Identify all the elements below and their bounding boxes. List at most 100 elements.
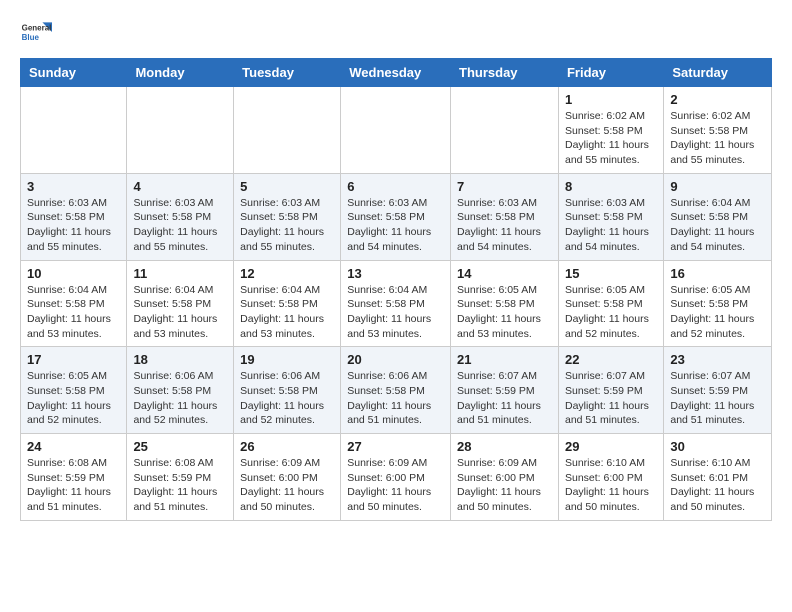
weekday-header-tuesday: Tuesday: [234, 59, 341, 87]
weekday-header-monday: Monday: [127, 59, 234, 87]
day-info: Sunrise: 6:09 AMSunset: 6:00 PMDaylight:…: [457, 456, 552, 515]
day-number: 24: [27, 439, 120, 454]
day-info: Sunrise: 6:03 AMSunset: 5:58 PMDaylight:…: [565, 196, 657, 255]
logo: General Blue: [20, 16, 56, 48]
calendar-week-row: 1 Sunrise: 6:02 AMSunset: 5:58 PMDaylight…: [21, 87, 772, 174]
calendar-cell: [21, 87, 127, 174]
calendar-cell: 4 Sunrise: 6:03 AMSunset: 5:58 PMDaylight…: [127, 173, 234, 260]
svg-text:Blue: Blue: [22, 33, 40, 42]
day-info: Sunrise: 6:03 AMSunset: 5:58 PMDaylight:…: [457, 196, 552, 255]
day-info: Sunrise: 6:09 AMSunset: 6:00 PMDaylight:…: [240, 456, 334, 515]
calendar-cell: 1 Sunrise: 6:02 AMSunset: 5:58 PMDaylight…: [558, 87, 663, 174]
calendar-cell: 29Sunrise: 6:10 AMSunset: 6:00 PMDayligh…: [558, 434, 663, 521]
day-number: 26: [240, 439, 334, 454]
calendar-cell: 8 Sunrise: 6:03 AMSunset: 5:58 PMDaylight…: [558, 173, 663, 260]
day-number: 13: [347, 266, 444, 281]
day-number: 14: [457, 266, 552, 281]
calendar-cell: 23Sunrise: 6:07 AMSunset: 5:59 PMDayligh…: [664, 347, 772, 434]
day-number: 11: [133, 266, 227, 281]
day-number: 30: [670, 439, 765, 454]
day-number: 19: [240, 352, 334, 367]
calendar-cell: [127, 87, 234, 174]
calendar-cell: 13 Sunrise: 6:04 AMSunset: 5:58 PMDayligh…: [341, 260, 451, 347]
day-number: 5: [240, 179, 334, 194]
day-number: 18: [133, 352, 227, 367]
weekday-header-thursday: Thursday: [451, 59, 559, 87]
calendar-cell: 28 Sunrise: 6:09 AMSunset: 6:00 PMDayligh…: [451, 434, 559, 521]
day-info: Sunrise: 6:02 AMSunset: 5:58 PMDaylight:…: [670, 109, 765, 168]
day-info: Sunrise: 6:08 AMSunset: 5:59 PMDaylight:…: [27, 456, 120, 515]
weekday-header-friday: Friday: [558, 59, 663, 87]
calendar-cell: 27 Sunrise: 6:09 AMSunset: 6:00 PMDayligh…: [341, 434, 451, 521]
svg-text:General: General: [22, 23, 52, 32]
logo-icon: General Blue: [20, 16, 52, 48]
calendar-cell: 10 Sunrise: 6:04 AMSunset: 5:58 PMDayligh…: [21, 260, 127, 347]
day-number: 15: [565, 266, 657, 281]
day-number: 2: [670, 92, 765, 107]
day-info: Sunrise: 6:05 AMSunset: 5:58 PMDaylight:…: [565, 283, 657, 342]
calendar-cell: [341, 87, 451, 174]
day-number: 1: [565, 92, 657, 107]
calendar-week-row: 24 Sunrise: 6:08 AMSunset: 5:59 PMDayligh…: [21, 434, 772, 521]
day-info: Sunrise: 6:03 AMSunset: 5:58 PMDaylight:…: [240, 196, 334, 255]
day-info: Sunrise: 6:06 AMSunset: 5:58 PMDaylight:…: [133, 369, 227, 428]
calendar-cell: 5 Sunrise: 6:03 AMSunset: 5:58 PMDaylight…: [234, 173, 341, 260]
page: General Blue SundayMondayTuesdayWednesda…: [0, 0, 792, 537]
header: General Blue: [20, 16, 772, 48]
calendar-table: SundayMondayTuesdayWednesdayThursdayFrid…: [20, 58, 772, 521]
calendar-cell: 12Sunrise: 6:04 AMSunset: 5:58 PMDayligh…: [234, 260, 341, 347]
day-info: Sunrise: 6:04 AMSunset: 5:58 PMDaylight:…: [133, 283, 227, 342]
day-number: 12: [240, 266, 334, 281]
weekday-header-sunday: Sunday: [21, 59, 127, 87]
day-info: Sunrise: 6:10 AMSunset: 6:01 PMDaylight:…: [670, 456, 765, 515]
calendar-cell: 14Sunrise: 6:05 AMSunset: 5:58 PMDayligh…: [451, 260, 559, 347]
calendar-cell: 3 Sunrise: 6:03 AMSunset: 5:58 PMDaylight…: [21, 173, 127, 260]
day-number: 10: [27, 266, 120, 281]
calendar-week-row: 17 Sunrise: 6:05 AMSunset: 5:58 PMDayligh…: [21, 347, 772, 434]
calendar-cell: 11 Sunrise: 6:04 AMSunset: 5:58 PMDayligh…: [127, 260, 234, 347]
calendar-cell: [234, 87, 341, 174]
day-number: 28: [457, 439, 552, 454]
day-number: 17: [27, 352, 120, 367]
day-info: Sunrise: 6:06 AMSunset: 5:58 PMDaylight:…: [240, 369, 334, 428]
calendar-cell: 6 Sunrise: 6:03 AMSunset: 5:58 PMDaylight…: [341, 173, 451, 260]
calendar-cell: 24 Sunrise: 6:08 AMSunset: 5:59 PMDayligh…: [21, 434, 127, 521]
day-number: 7: [457, 179, 552, 194]
day-info: Sunrise: 6:05 AMSunset: 5:58 PMDaylight:…: [27, 369, 120, 428]
day-number: 27: [347, 439, 444, 454]
day-number: 4: [133, 179, 227, 194]
calendar-header-row: SundayMondayTuesdayWednesdayThursdayFrid…: [21, 59, 772, 87]
calendar-cell: 25Sunrise: 6:08 AMSunset: 5:59 PMDayligh…: [127, 434, 234, 521]
calendar-cell: 19 Sunrise: 6:06 AMSunset: 5:58 PMDayligh…: [234, 347, 341, 434]
day-info: Sunrise: 6:07 AMSunset: 5:59 PMDaylight:…: [565, 369, 657, 428]
day-info: Sunrise: 6:03 AMSunset: 5:58 PMDaylight:…: [347, 196, 444, 255]
day-number: 25: [133, 439, 227, 454]
calendar-cell: 20 Sunrise: 6:06 AMSunset: 5:58 PMDayligh…: [341, 347, 451, 434]
calendar-cell: [451, 87, 559, 174]
day-info: Sunrise: 6:04 AMSunset: 5:58 PMDaylight:…: [347, 283, 444, 342]
calendar-week-row: 10 Sunrise: 6:04 AMSunset: 5:58 PMDayligh…: [21, 260, 772, 347]
weekday-header-wednesday: Wednesday: [341, 59, 451, 87]
calendar-cell: 9Sunrise: 6:04 AMSunset: 5:58 PMDaylight…: [664, 173, 772, 260]
calendar-cell: 30 Sunrise: 6:10 AMSunset: 6:01 PMDayligh…: [664, 434, 772, 521]
day-info: Sunrise: 6:10 AMSunset: 6:00 PMDaylight:…: [565, 456, 657, 515]
day-info: Sunrise: 6:04 AMSunset: 5:58 PMDaylight:…: [27, 283, 120, 342]
day-number: 3: [27, 179, 120, 194]
day-info: Sunrise: 6:07 AMSunset: 5:59 PMDaylight:…: [457, 369, 552, 428]
day-info: Sunrise: 6:06 AMSunset: 5:58 PMDaylight:…: [347, 369, 444, 428]
day-number: 8: [565, 179, 657, 194]
day-number: 6: [347, 179, 444, 194]
day-info: Sunrise: 6:09 AMSunset: 6:00 PMDaylight:…: [347, 456, 444, 515]
calendar-cell: 21Sunrise: 6:07 AMSunset: 5:59 PMDayligh…: [451, 347, 559, 434]
day-info: Sunrise: 6:03 AMSunset: 5:58 PMDaylight:…: [133, 196, 227, 255]
calendar-cell: 26 Sunrise: 6:09 AMSunset: 6:00 PMDayligh…: [234, 434, 341, 521]
calendar-cell: 16Sunrise: 6:05 AMSunset: 5:58 PMDayligh…: [664, 260, 772, 347]
day-number: 23: [670, 352, 765, 367]
day-info: Sunrise: 6:03 AMSunset: 5:58 PMDaylight:…: [27, 196, 120, 255]
day-info: Sunrise: 6:02 AMSunset: 5:58 PMDaylight:…: [565, 109, 657, 168]
day-number: 20: [347, 352, 444, 367]
calendar-cell: 15 Sunrise: 6:05 AMSunset: 5:58 PMDayligh…: [558, 260, 663, 347]
day-number: 22: [565, 352, 657, 367]
day-number: 16: [670, 266, 765, 281]
calendar-cell: 7 Sunrise: 6:03 AMSunset: 5:58 PMDaylight…: [451, 173, 559, 260]
